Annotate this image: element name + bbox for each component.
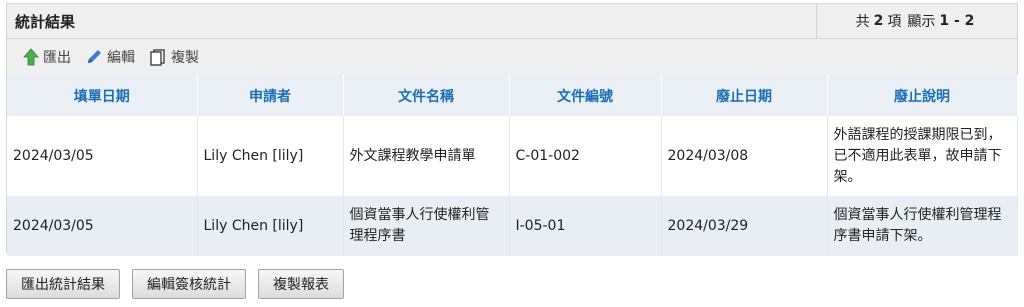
- pager-total-suffix: 項: [887, 14, 902, 30]
- col-header-fill-date[interactable]: 填單日期: [7, 75, 198, 116]
- cell-abolish-note: 個資當事人行使權利管理程序書申請下架。: [827, 196, 1018, 256]
- cell-abolish-date: 2024/03/29: [661, 196, 828, 256]
- edit-tool[interactable]: 編輯: [85, 47, 135, 67]
- cell-applicant: Lily Chen [lily]: [197, 196, 344, 256]
- result-table: 填單日期 申請者 文件名稱 文件編號 廢止日期 廢止說明 2024/03/05 …: [7, 75, 1018, 256]
- cell-fill-date: 2024/03/05: [7, 116, 198, 196]
- copy-icon: [150, 49, 165, 66]
- col-header-doc-number[interactable]: 文件編號: [509, 75, 662, 116]
- col-header-abolish-date[interactable]: 廢止日期: [661, 75, 828, 116]
- cell-abolish-note: 外語課程的授課期限已到，已不適用此表單，故申請下架。: [827, 116, 1018, 196]
- copy-label: 複製: [171, 50, 199, 66]
- pager-total-prefix: 共: [855, 14, 870, 30]
- edit-stats-button[interactable]: 編輯簽核統計: [132, 269, 246, 299]
- export-label: 匯出: [43, 50, 71, 66]
- copy-tool[interactable]: 複製: [149, 47, 199, 67]
- col-header-abolish-note[interactable]: 廢止說明: [827, 75, 1018, 116]
- toolbar: 匯出 編輯 複製: [7, 39, 1017, 75]
- cell-applicant: Lily Chen [lily]: [197, 116, 344, 196]
- export-tool[interactable]: 匯出: [23, 47, 71, 67]
- edit-label: 編輯: [107, 50, 135, 66]
- result-panel: 統計結果 共 2 項 顯示 1 - 2 匯出 編輯 複製 填單日期 申請者 文件…: [6, 3, 1018, 256]
- col-header-doc-name[interactable]: 文件名稱: [343, 75, 510, 116]
- cell-doc-name: 外文課程教學申請單: [343, 116, 510, 196]
- copy-report-button[interactable]: 複製報表: [258, 269, 344, 299]
- col-header-applicant[interactable]: 申請者: [197, 75, 344, 116]
- export-arrow-icon: [23, 48, 39, 66]
- export-result-button[interactable]: 匯出統計結果: [6, 269, 120, 299]
- action-buttons: 匯出統計結果 編輯簽核統計 複製報表: [6, 269, 344, 299]
- pager-range: 1 - 2: [939, 13, 975, 29]
- table-header-row: 填單日期 申請者 文件名稱 文件編號 廢止日期 廢止說明: [7, 75, 1018, 116]
- pager-info: 共 2 項 顯示 1 - 2: [816, 4, 1017, 38]
- cell-doc-number: I-05-01: [509, 196, 662, 256]
- cell-doc-name: 個資當事人行使權利管理程序書: [343, 196, 510, 256]
- pager-total: 2: [873, 13, 884, 29]
- table-row[interactable]: 2024/03/05 Lily Chen [lily] 外文課程教學申請單 C-…: [7, 116, 1018, 196]
- pencil-icon: [88, 50, 101, 63]
- pager-shown-prefix: 顯示: [907, 14, 936, 30]
- table-row[interactable]: 2024/03/05 Lily Chen [lily] 個資當事人行使權利管理程…: [7, 196, 1018, 256]
- cell-fill-date: 2024/03/05: [7, 196, 198, 256]
- cell-doc-number: C-01-002: [509, 116, 662, 196]
- cell-abolish-date: 2024/03/08: [661, 116, 828, 196]
- panel-header: 統計結果 共 2 項 顯示 1 - 2: [7, 4, 1017, 39]
- panel-title: 統計結果: [15, 12, 76, 31]
